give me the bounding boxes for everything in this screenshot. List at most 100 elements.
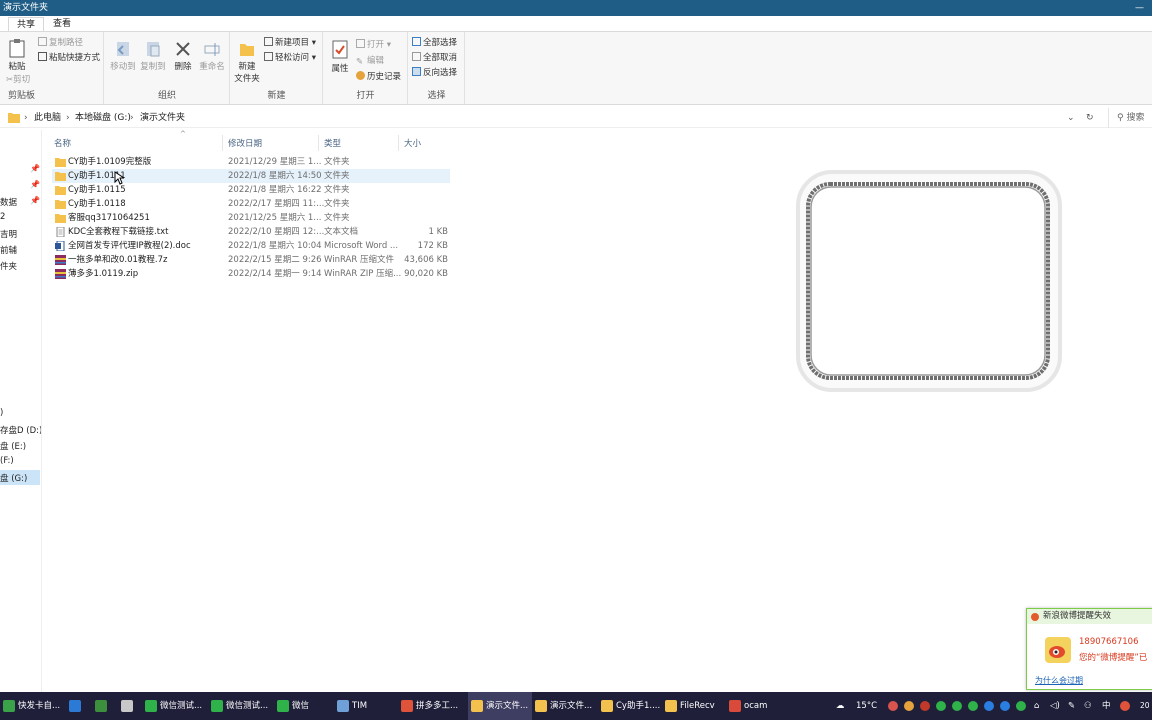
weather-temperature[interactable]: 15°C [856,692,877,720]
nav-item-drive-f[interactable]: (F:) [0,456,14,466]
nav-item[interactable]: 2 [0,212,5,222]
file-size: 1 KB [428,227,448,237]
search-input[interactable]: ⚲ 搜索 [1108,108,1152,128]
tray-volume-icon[interactable]: ◁) [1050,692,1060,720]
why-expired-link[interactable]: 为什么会过期 [1035,675,1083,686]
tray-app-icon[interactable] [904,701,914,711]
tray-pen-icon[interactable]: ✎ [1068,692,1075,720]
tray-wechat-icon[interactable] [968,701,978,711]
rename-button[interactable]: 重命名 [197,40,227,72]
file-date: 2022/2/15 星期二 9:26 [228,255,322,265]
open-label: 打开 ▾ [367,40,391,50]
edit-button[interactable]: ✎ 编辑 [356,55,384,67]
column-header-name[interactable]: 名称 [54,137,71,149]
window-titlebar: 演示文件夹 — [0,0,1152,16]
crumb-demo-folder[interactable]: 演示文件夹 [140,108,185,128]
refresh-icon[interactable]: ↻ [1086,108,1094,128]
paste-button[interactable]: 粘贴 [6,38,28,72]
paste-shortcut-button[interactable]: 粘贴快捷方式 [38,52,100,64]
file-type: Microsoft Word ... [324,241,399,251]
file-row[interactable]: CY助手1.0109完整版 2021/12/29 星期三 1... 文件夹 [52,155,450,169]
tray-wechat-icon[interactable] [936,701,946,711]
crumb-this-pc[interactable]: 此电脑 [34,108,61,128]
taskbar-app-button[interactable]: 微信测试... [142,692,208,720]
taskbar-app-button[interactable]: 演示文件... [532,692,598,720]
taskbar-app-button[interactable]: 拼多多工... [398,692,468,720]
input-method-indicator[interactable]: 中 [1102,692,1111,720]
weibo-notification[interactable]: 新浪微博提醒失效 18907667106 您的“微博提醒”已 为什么会过期 [1026,608,1152,690]
address-dropdown-icon[interactable]: ⌄ [1067,108,1075,128]
taskbar-app-button[interactable]: 微信 [274,692,334,720]
file-row[interactable]: 客服qq3171064251 2021/12/25 星期六 1... 文件夹 [52,211,450,225]
nav-item-drive-d[interactable]: 存盘D (D:) [0,424,41,436]
nav-item-drive-e[interactable]: 盘 (E:) [0,440,26,452]
easy-access-button[interactable]: 轻松访问 ▾ [264,52,316,64]
column-header-date[interactable]: 修改日期 [228,137,262,149]
taskbar-app-button[interactable]: ocam [726,692,790,720]
tab-share[interactable]: 共享 [8,17,45,31]
weather-icon[interactable]: ☁ [836,692,845,720]
delete-x-icon [176,42,190,56]
tray-app-icon[interactable] [1016,701,1026,711]
column-header-type[interactable]: 类型 [324,137,341,149]
taskbar-clock[interactable]: 20 [1140,692,1150,720]
minimize-button[interactable]: — [1135,0,1144,16]
nav-item[interactable]: 吉明 [0,228,17,240]
new-item-button[interactable]: 新建项目 ▾ [264,37,316,49]
tray-app-icon[interactable] [1120,701,1130,711]
tray-bluetooth-icon[interactable] [984,701,994,711]
column-divider[interactable] [222,135,223,151]
column-divider[interactable] [318,135,319,151]
nav-item[interactable]: ) [0,408,3,418]
column-header-size[interactable]: 大小 [404,137,421,149]
taskbar-app-button[interactable]: FileRecv [662,692,726,720]
nav-item[interactable]: 数据 [0,196,17,208]
file-row[interactable]: Cy助手1.0118 2022/2/17 星期四 11:... 文件夹 [52,197,450,211]
taskbar-app-button[interactable]: 快发卡自... [0,692,66,720]
tray-wechat-icon[interactable] [952,701,962,711]
copy-to-button[interactable]: 复制到 [139,40,167,72]
copy-path-button[interactable]: 复制路径 [38,37,83,49]
taskbar-app-label: FileRecv [680,701,715,711]
breadcrumb[interactable]: › 此电脑 › 本地磁盘 (G:) › 演示文件夹 ⌄ [0,108,1080,128]
tray-network-icon[interactable]: ⌂ [1034,692,1039,720]
taskbar-app-button[interactable]: 演示文件... [468,692,532,720]
nav-item[interactable]: 件夹 [0,260,17,272]
file-row[interactable]: 薄多多1.0119.zip 2022/2/14 星期一 9:14 WinRAR ZI… [52,267,450,281]
column-divider[interactable] [398,135,399,151]
taskbar-app-button[interactable] [66,692,92,720]
crumb-drive-g[interactable]: 本地磁盘 (G:) [75,108,131,128]
tray-app-icon[interactable]: ⚇ [1084,692,1092,720]
nav-item-drive-g[interactable]: 盘 (G:) [0,472,27,484]
file-row[interactable]: KDC全套教程下载链接.txt 2022/2/10 星期四 12:... 文本文档 1… [52,225,450,239]
tray-app-icon[interactable] [920,701,930,711]
invert-selection-button[interactable]: 反向选择 [412,67,457,79]
tray-app-icon[interactable] [888,701,898,711]
tab-view[interactable]: 查看 [45,17,79,31]
taskbar-app-button[interactable]: TIM [334,692,398,720]
file-row[interactable]: 全网首发专评代理IP教程(2).doc 2022/1/8 星期六 10:04 Mic… [52,239,450,253]
edit-label: 编辑 [367,56,385,66]
file-date: 2022/1/8 星期六 16:22 [228,185,322,195]
taskbar-app-button[interactable]: 微信测试... [208,692,274,720]
file-row[interactable]: Cy助手1.0115 2022/1/8 星期六 16:22 文件夹 [52,183,450,197]
cut-button[interactable]: ✂剪切 [6,74,30,86]
select-all-button[interactable]: 全部选择 [412,37,457,49]
move-to-button[interactable]: 移动到 [109,40,137,72]
history-button[interactable]: 历史记录 [356,71,401,83]
taskbar-app-button[interactable] [118,692,142,720]
taskbar-app-label: 快发卡自... [18,701,61,711]
folder-icon [55,186,66,195]
file-row[interactable]: Cy助手1.0111 2022/1/8 星期六 14:50 文件夹 [52,169,450,183]
properties-button[interactable]: 属性 [328,40,352,74]
new-folder-button[interactable]: 新建 文件夹 [233,40,261,84]
taskbar-app-button[interactable]: Cy助手1.... [598,692,662,720]
delete-button[interactable]: 删除 [171,40,195,72]
tray-app-icon[interactable] [1000,701,1010,711]
file-row[interactable]: 一拖多单和改0.01教程.7z 2022/2/15 星期二 9:26 WinRAR … [52,253,450,267]
taskbar-app-button[interactable] [92,692,118,720]
nav-item[interactable]: 前辅 [0,244,17,256]
open-button[interactable]: 打开 ▾ [356,39,391,51]
file-type: 文件夹 [324,157,350,167]
select-none-button[interactable]: 全部取消 [412,52,457,64]
